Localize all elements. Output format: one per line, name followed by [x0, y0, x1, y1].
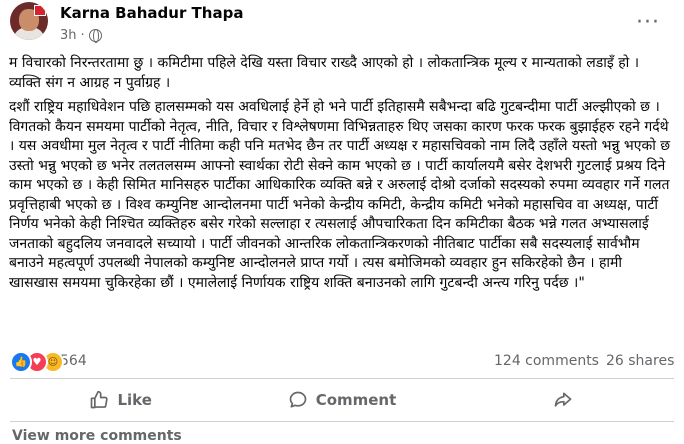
comment-button[interactable]: Comment [231, 383, 452, 417]
share-button[interactable] [453, 383, 674, 417]
post-actions: Like Comment [10, 383, 674, 417]
divider [10, 421, 674, 422]
like-label: Like [117, 391, 152, 409]
avatar-flag-badge [34, 5, 46, 16]
post-header: Karna Bahadur Thapa 3h · ··· [0, 0, 684, 52]
view-more-comments-link[interactable]: View more comments [12, 428, 182, 444]
comments-count[interactable]: 124 comments [494, 353, 599, 369]
like-reaction-icon: 👍 [10, 351, 32, 373]
author-avatar[interactable] [10, 2, 48, 40]
post-paragraph-2: दशौं राष्ट्रिय महाधिवेशन पछि हालसम्मको य… [9, 99, 671, 291]
thumbs-up-icon [91, 390, 109, 409]
post-stats: 👍 ♥ ☺ 564 124 comments 26 shares [0, 350, 684, 374]
globe-icon[interactable] [88, 29, 102, 43]
more-options-icon[interactable]: ··· [636, 10, 660, 35]
reactions-count[interactable]: 564 [60, 353, 87, 369]
post-time[interactable]: 3h [60, 28, 77, 43]
post-paragraph-1: म विचारको निरन्तरतामा छु । कमिटीमा पहिले… [9, 55, 640, 91]
author-name[interactable]: Karna Bahadur Thapa [60, 4, 243, 22]
comment-label: Comment [315, 391, 397, 409]
post-meta: 3h · [60, 28, 102, 43]
like-button[interactable]: Like [10, 383, 231, 417]
comment-icon [289, 391, 307, 408]
share-icon [554, 392, 572, 407]
divider [10, 378, 674, 379]
shares-count[interactable]: 26 shares [606, 353, 674, 369]
meta-separator: · [80, 28, 85, 43]
reaction-icons[interactable]: 👍 ♥ ☺ [10, 351, 64, 373]
